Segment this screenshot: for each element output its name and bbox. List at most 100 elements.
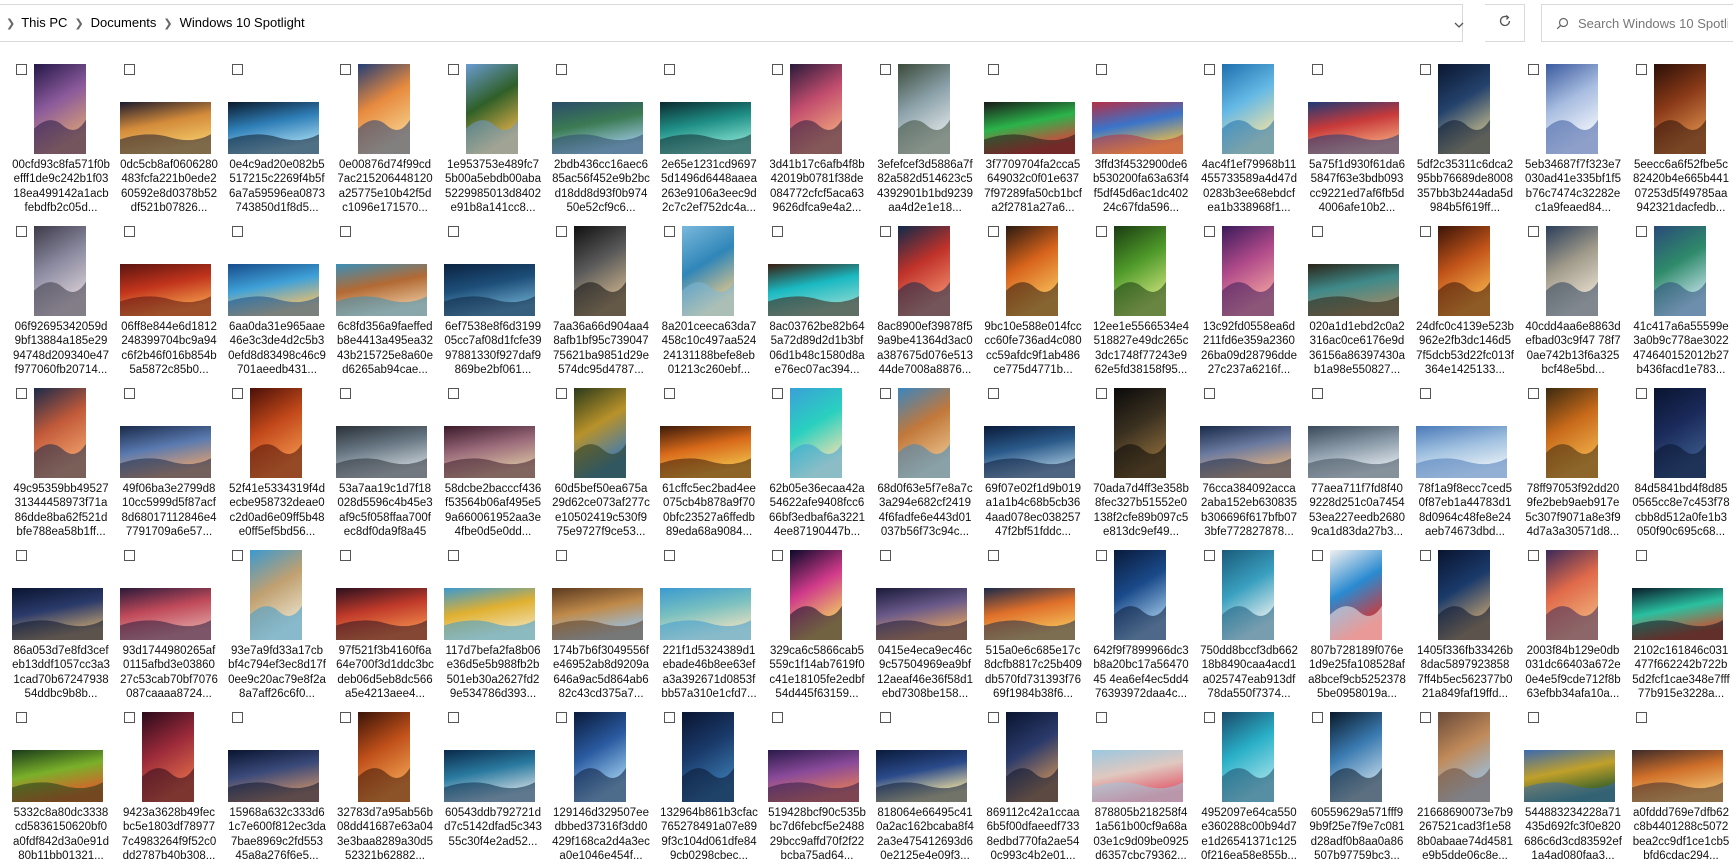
file-item[interactable]: 68d0f63e5f7e8a7c3a294e682cf24194f6fadfe6… [868,384,973,544]
file-item[interactable]: 0e00876d74f99cd7ac215206448120a25775e10b… [328,60,433,220]
image-thumbnail[interactable] [1308,264,1399,316]
file-checkbox[interactable] [664,712,675,723]
file-item[interactable]: 78f1a9f8ecc7ced50f87eb1a44783d18d0964c48… [1408,384,1512,544]
image-thumbnail[interactable] [898,64,950,154]
file-item[interactable]: 2bdb436cc16aec685ac56f452e9b2bcd18dd8d93… [544,60,650,220]
file-item[interactable]: 515a0e6c685e17c8dcfb8817c25b409db570fd73… [976,546,1082,706]
image-thumbnail[interactable] [1524,750,1615,802]
file-checkbox[interactable] [556,226,567,237]
file-checkbox[interactable] [1528,550,1539,561]
file-checkbox[interactable] [448,712,459,723]
image-thumbnail[interactable] [984,102,1075,154]
file-item[interactable]: 0e4c9ad20e082b5517215c2269f4b5f6a7a59596… [220,60,325,220]
file-item[interactable]: 6ef7538e8f6d319905cc7af08d1fcfe399788133… [436,222,542,382]
file-checkbox[interactable] [124,550,135,561]
file-checkbox[interactable] [1312,64,1323,75]
file-checkbox[interactable] [1204,64,1215,75]
file-checkbox[interactable] [772,226,783,237]
file-checkbox[interactable] [124,64,135,75]
image-thumbnail[interactable] [1654,226,1706,316]
file-item[interactable]: 24dfc0c4139e523b962e2fb3dc146d57f5dcb53d… [1408,222,1514,382]
file-item[interactable]: 0415e4eca9ec46c9c57504969ea9bf12aeaf46e3… [868,546,973,706]
file-checkbox[interactable] [1204,226,1215,237]
file-checkbox[interactable] [556,550,567,561]
image-thumbnail[interactable] [444,426,535,478]
file-checkbox[interactable] [448,388,459,399]
file-item[interactable]: 60d5bef50ea675a29d62ce073af277ce10502419… [544,384,650,544]
file-item[interactable]: 1405f336fb33426b8dac5897923858 7ff4b5ec5… [1408,546,1513,706]
file-item[interactable]: 76cca384092acca2aba152eb630835b306696f61… [1192,384,1297,544]
image-thumbnail[interactable] [12,750,103,802]
image-thumbnail[interactable] [1546,550,1598,640]
file-checkbox[interactable] [16,712,27,723]
file-checkbox[interactable] [340,64,351,75]
image-thumbnail[interactable] [1654,64,1706,154]
file-checkbox[interactable] [880,712,891,723]
file-checkbox[interactable] [880,550,891,561]
file-checkbox[interactable] [124,388,135,399]
image-thumbnail[interactable] [1006,226,1058,316]
image-thumbnail[interactable] [552,102,643,154]
image-thumbnail[interactable] [228,264,319,316]
file-checkbox[interactable] [1420,226,1431,237]
file-checkbox[interactable] [664,388,675,399]
image-thumbnail[interactable] [1222,226,1274,316]
image-thumbnail[interactable] [466,64,518,154]
file-item[interactable]: 77aea711f7fd8f409228d251c0a745453ea227ee… [1300,384,1405,544]
image-thumbnail[interactable] [898,388,950,478]
image-thumbnail[interactable] [1632,588,1723,640]
file-checkbox[interactable] [232,64,243,75]
file-checkbox[interactable] [16,550,27,561]
file-item[interactable]: 93d1744980265af0115afbd3e0386027c53cab70… [112,546,218,706]
file-item[interactable]: 86a053d7e8fd3cefeb13ddf1057cc3a31cad70b6… [4,546,110,706]
file-item[interactable]: 49c95359bb4952731344458973f71a86dde8ba62… [4,384,109,544]
image-thumbnail[interactable] [768,264,859,316]
file-checkbox[interactable] [340,550,351,561]
file-item[interactable]: 53a7aa19c1d7f18028d5596c4b45e3af9c5f058f… [328,384,433,544]
image-thumbnail[interactable] [660,102,751,154]
image-thumbnail[interactable] [790,550,842,640]
image-thumbnail[interactable] [574,226,626,316]
file-item[interactable]: 642f9f7899966dc3b8a20bc17a5647045 4ea6ef… [1084,546,1189,706]
image-thumbnail[interactable] [790,388,842,478]
file-item[interactable]: 6aa0da31e965aae46e3c3de4d2c5b30efd8d8349… [220,222,326,382]
file-item[interactable]: 15968a632c333d61c7e600f812ec3da7bae8969c… [220,708,326,868]
file-checkbox[interactable] [124,226,135,237]
image-thumbnail[interactable] [336,264,427,316]
image-thumbnail[interactable] [1092,102,1183,154]
image-thumbnail[interactable] [1438,712,1490,802]
file-item[interactable]: 60559629a571fff99b9f25e7f9e7c081d28adf0b… [1300,708,1405,868]
file-item[interactable]: 8a201ceeca63da7458c10c497aa52424131188be… [652,222,756,382]
image-thumbnail[interactable] [790,64,842,154]
file-item[interactable]: 221f1d5324389d1ebade46b8ee63efa3a392671d… [652,546,757,706]
file-item[interactable]: 6c8fd356a9faeffedb8e4413a495ea3243b21572… [328,222,433,382]
file-item[interactable]: 132964b861b3cfac765278491a07e899f3c104d0… [652,708,758,868]
file-item[interactable]: 117d7befa2fa8b06e36d5e5b988fb2b501eb30a2… [436,546,541,706]
file-item[interactable]: 32783d7a95ab56b08dd41687e63a043e3baa8289… [328,708,433,868]
file-checkbox[interactable] [556,388,567,399]
image-thumbnail[interactable] [1308,426,1399,478]
file-item[interactable]: 3efefcef3d5886a7f82a582d514623c54392901b… [868,60,973,220]
image-thumbnail[interactable] [228,750,319,802]
file-checkbox[interactable] [232,226,243,237]
file-checkbox[interactable] [1420,388,1431,399]
image-thumbnail[interactable] [1546,226,1598,316]
file-item[interactable]: 020a1d1ebd2c0a2316ac0ce6176e9d36156a8639… [1300,222,1405,382]
file-item[interactable]: 878805b218258f41a561b00cf9a68a03e1c9d09b… [1084,708,1189,868]
image-thumbnail[interactable] [1438,64,1490,154]
image-thumbnail[interactable] [898,226,950,316]
file-item[interactable]: 58dcbe2bacccf436f53564b06af495e59a660061… [436,384,541,544]
file-checkbox[interactable] [1636,550,1647,561]
file-checkbox[interactable] [1096,226,1107,237]
file-item[interactable]: 5332c8a80dc3338cd5836150620bf0a0fdf842d3… [4,708,109,868]
file-checkbox[interactable] [772,388,783,399]
file-checkbox[interactable] [1528,64,1539,75]
file-checkbox[interactable] [880,388,891,399]
image-thumbnail[interactable] [120,264,211,316]
file-item[interactable]: 2e65e1231cd96975d1496d6448aaea263e9106a3… [652,60,757,220]
file-item[interactable]: 9423a3628b49fecbc5e1803df789777c4983264f… [112,708,216,868]
file-item[interactable]: 7aa36a66d904aa48afb1bf95c73904775621ba98… [544,222,649,382]
file-item[interactable]: 5eecc6a6f52fbe5c82420b4e665b44107253d5f4… [1624,60,1729,220]
image-thumbnail[interactable] [1114,226,1166,316]
file-checkbox[interactable] [1204,550,1215,561]
